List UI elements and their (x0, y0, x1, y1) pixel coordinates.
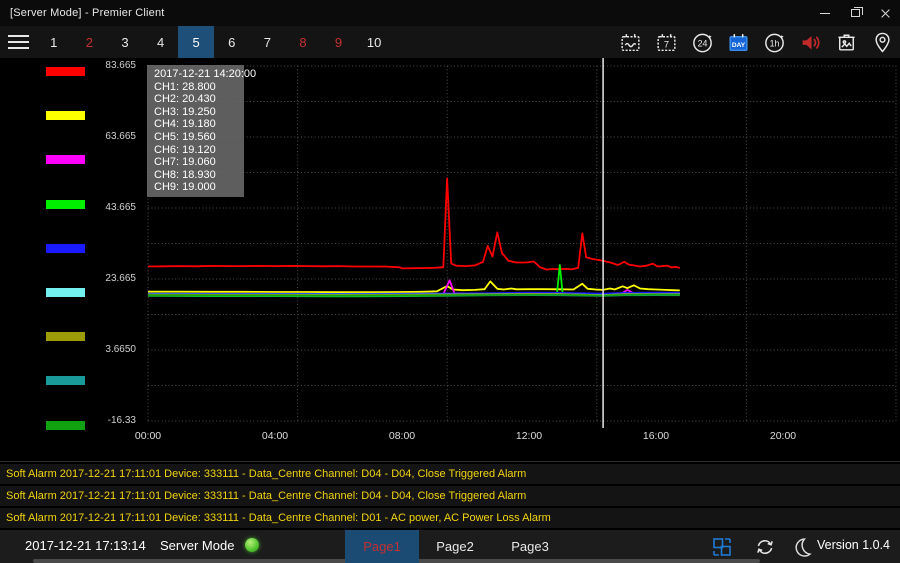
tooltip-time: 2017-12-21 14:20:00 (154, 68, 244, 81)
close-button[interactable] (870, 0, 900, 26)
page-tab-page3[interactable]: Page3 (495, 530, 565, 563)
alarm-row[interactable]: Soft Alarm 2017-12-21 17:11:01 Device: 3… (0, 486, 900, 506)
tab-2[interactable]: 2 (72, 26, 108, 58)
svg-text:7: 7 (663, 39, 668, 49)
svg-text:1h: 1h (769, 38, 779, 48)
tab-5[interactable]: 5 (178, 26, 214, 58)
svg-text:DAY: DAY (731, 41, 745, 48)
channel-color-swatch (46, 376, 85, 385)
x-tick-label: 16:00 (643, 430, 669, 442)
night-mode-icon[interactable] (790, 535, 814, 559)
tooltip-channel-value: CH7: 19.060 (154, 156, 244, 169)
tooltip-channel-value: CH9: 19.000 (154, 181, 244, 194)
chart-plot[interactable]: 83.66563.66543.66523.6653.6650-16.33 00:… (140, 58, 900, 462)
tab-8[interactable]: 8 (285, 26, 321, 58)
channel-item-6[interactable] (0, 284, 140, 328)
y-tick-label: 23.665 (96, 273, 136, 284)
toolbar: 12345678910 724DAY1h (0, 26, 900, 58)
alarm-list: Soft Alarm 2017-12-21 17:11:01 Device: 3… (0, 461, 900, 530)
x-tick-label: 00:00 (135, 430, 161, 442)
minimize-icon (820, 13, 830, 14)
y-tick-label: 63.665 (96, 131, 136, 142)
y-tick-label: 3.6650 (96, 344, 136, 355)
calendar-week-icon[interactable]: 7 (648, 26, 684, 58)
menu-button[interactable] (0, 26, 36, 58)
channel-color-swatch (46, 421, 85, 430)
tooltip-channel-value: CH3: 19.250 (154, 106, 244, 119)
page-tab-page1[interactable]: Page1 (345, 530, 419, 563)
status-bar: 2017-12-21 17:13:14 Server Mode V (0, 530, 900, 563)
x-tick-label: 12:00 (516, 430, 542, 442)
channel-color-swatch (46, 200, 85, 209)
chart-canvas (140, 58, 900, 462)
speaker-icon[interactable] (792, 26, 828, 58)
page-tab-page2[interactable]: Page2 (420, 530, 490, 563)
tab-9[interactable]: 9 (321, 26, 357, 58)
channel-color-swatch (46, 67, 85, 76)
alarm-row[interactable]: Soft Alarm 2017-12-21 17:11:01 Device: 3… (0, 464, 900, 484)
tooltip-channel-value: CH1: 28.800 (154, 81, 244, 94)
hours-24-icon[interactable]: 24 (684, 26, 720, 58)
channel-color-swatch (46, 111, 85, 120)
close-icon (880, 8, 891, 19)
maximize-button[interactable] (840, 0, 870, 26)
location-pin-icon[interactable] (864, 26, 900, 58)
tab-6[interactable]: 6 (214, 26, 250, 58)
tooltip-channel-value: CH5: 19.560 (154, 131, 244, 144)
channel-color-swatch (46, 332, 85, 341)
channel-item-2[interactable] (0, 107, 140, 151)
svg-text:24: 24 (697, 38, 707, 48)
cursor-tooltip: 2017-12-21 14:20:00CH1: 28.800CH2: 20.43… (147, 65, 244, 197)
tab-3[interactable]: 3 (107, 26, 143, 58)
tooltip-channel-value: CH2: 20.430 (154, 93, 244, 106)
channel-color-swatch (46, 155, 85, 164)
channel-color-swatch (46, 288, 85, 297)
alarm-row[interactable]: Soft Alarm 2017-12-21 17:11:01 Device: 3… (0, 508, 900, 528)
channel-sidebar (0, 58, 140, 462)
x-tick-label: 08:00 (389, 430, 415, 442)
tooltip-channel-value: CH8: 18.930 (154, 169, 244, 182)
channel-item-3[interactable] (0, 151, 140, 195)
tab-7[interactable]: 7 (250, 26, 286, 58)
title-bar: [Server Mode] - Premier Client (0, 0, 900, 26)
hamburger-icon (8, 41, 29, 43)
status-datetime: 2017-12-21 17:13:14 (25, 538, 146, 553)
tooltip-channel-value: CH6: 19.120 (154, 144, 244, 157)
tool-strip: 7 24 DAY 1h (612, 26, 900, 58)
sync-icon[interactable] (753, 535, 777, 559)
status-led (245, 538, 259, 552)
tooltip-channel-value: CH4: 19.180 (154, 118, 244, 131)
channel-item-8[interactable] (0, 372, 140, 416)
minimize-button[interactable] (810, 0, 840, 26)
calendar-month-icon[interactable] (612, 26, 648, 58)
app-window: [Server Mode] - Premier Client 123456789… (0, 0, 900, 563)
hour-1-icon[interactable]: 1h (756, 26, 792, 58)
y-tick-label: 83.665 (96, 60, 136, 71)
tab-4[interactable]: 4 (143, 26, 179, 58)
status-mode-label: Server Mode (160, 538, 234, 553)
delete-image-icon[interactable] (828, 26, 864, 58)
y-tick-label: -16.33 (96, 415, 136, 426)
tab-1[interactable]: 1 (36, 26, 72, 58)
window-title: [Server Mode] - Premier Client (0, 7, 165, 19)
channel-color-swatch (46, 244, 85, 253)
tab-10[interactable]: 10 (356, 26, 392, 58)
pages-layout-icon[interactable] (710, 535, 734, 559)
tab-strip: 12345678910 (36, 26, 392, 58)
version-label: Version 1.0.4 (817, 538, 890, 552)
calendar-day-icon[interactable]: DAY (720, 26, 756, 58)
x-tick-label: 04:00 (262, 430, 288, 442)
x-tick-label: 20:00 (770, 430, 796, 442)
restore-icon (851, 9, 860, 17)
y-tick-label: 43.665 (96, 202, 136, 213)
